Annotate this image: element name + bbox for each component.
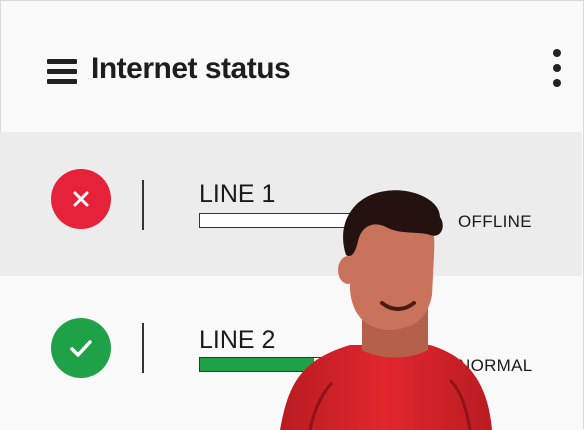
row-divider <box>142 180 144 230</box>
offline-x-icon <box>51 169 111 229</box>
hamburger-menu-icon[interactable] <box>47 59 77 85</box>
line-1-label: LINE 1 <box>199 180 276 208</box>
more-options-icon[interactable] <box>549 49 565 89</box>
line-2-label: LINE 2 <box>199 326 276 354</box>
person-illustration <box>280 190 492 430</box>
normal-check-icon <box>51 318 111 378</box>
page-title: Internet status <box>91 52 291 85</box>
row-divider <box>142 323 144 373</box>
app-header: Internet status <box>1 1 583 133</box>
